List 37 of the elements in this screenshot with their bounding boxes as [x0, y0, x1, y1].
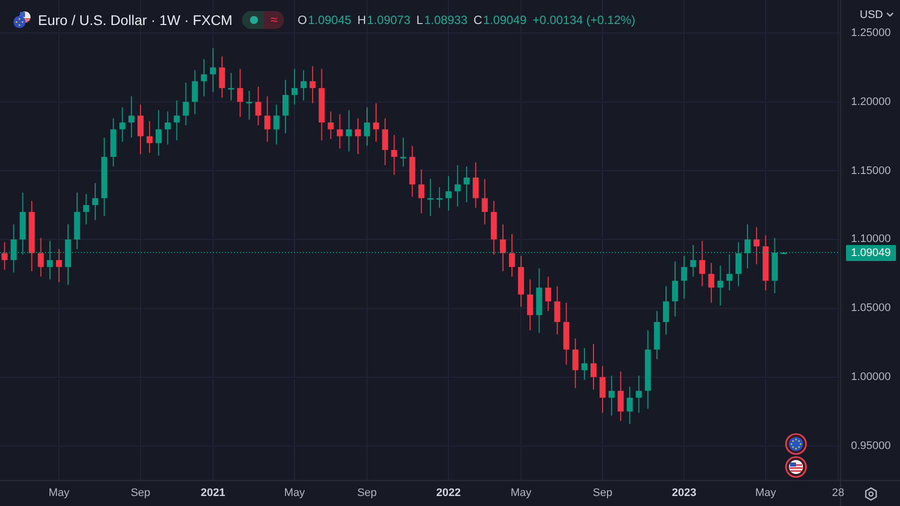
ohlc-label: L	[416, 13, 424, 27]
ohlc-value: 1.09049	[483, 13, 527, 27]
eu-flag-event-icon[interactable]	[785, 433, 807, 455]
ohlc-label: H	[357, 13, 366, 27]
time-tick-label: Sep	[592, 487, 612, 499]
time-tick-label: 2023	[672, 487, 696, 499]
time-tick-label: 2022	[436, 487, 461, 499]
time-tick-label: May	[510, 487, 532, 499]
price-tick-label: 1.25000	[851, 26, 891, 42]
last-price-label: 1.09049	[846, 244, 896, 261]
price-tick-label: 1.10000	[851, 232, 891, 248]
symbol-title[interactable]: Euro / U.S. Dollar · 1W · FXCM	[38, 12, 232, 28]
price-tick-label: 1.05000	[851, 301, 891, 316]
price-tick-label: 1.20000	[851, 94, 891, 110]
time-tick-label: May	[48, 487, 70, 499]
time-tick-label: 2021	[200, 487, 226, 499]
market-status-badge[interactable]: ≈	[242, 11, 284, 29]
price-tick-label: 0.95000	[851, 438, 891, 454]
price-tick-label: 1.15000	[851, 164, 891, 179]
time-tick-label: Sep	[130, 487, 150, 499]
currency-dropdown[interactable]: USD	[860, 9, 894, 21]
time-tick-label: 28	[832, 487, 844, 499]
currency-flags-icon	[12, 11, 32, 29]
price-tick-label: 1.00000	[851, 370, 891, 386]
settings-icon[interactable]	[864, 486, 878, 500]
ohlc-value: 1.09073	[367, 13, 410, 27]
ohlc-label: O	[298, 13, 307, 27]
ohlc-label: C	[473, 13, 482, 27]
delayed-data-symbol: ≈	[264, 11, 284, 29]
ohlc-value: 1.09045	[308, 13, 352, 27]
time-tick-label: May	[755, 487, 776, 499]
time-tick-label: May	[284, 487, 305, 499]
time-tick-label: Sep	[357, 487, 377, 499]
us-flag-event-icon[interactable]	[785, 456, 807, 478]
price-change: +0.00134 (+0.12%)	[532, 13, 636, 27]
ohlc-value: 1.08933	[424, 13, 468, 27]
caret-icon	[886, 12, 894, 18]
